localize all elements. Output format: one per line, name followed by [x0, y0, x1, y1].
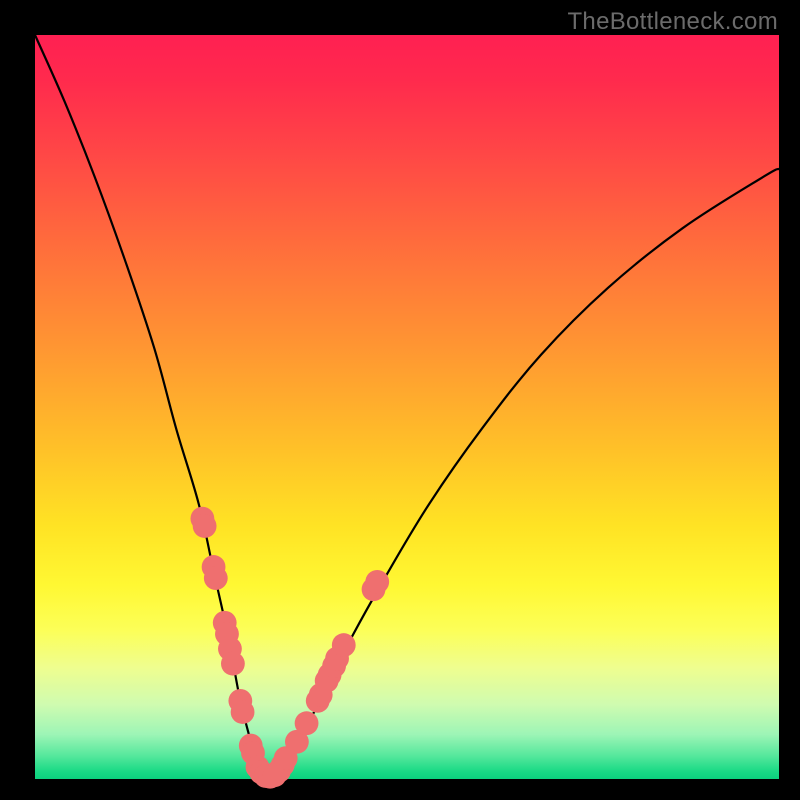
data-point: [193, 514, 217, 538]
data-point: [295, 711, 319, 735]
data-point: [221, 652, 245, 676]
data-point: [332, 633, 356, 657]
chart-frame: TheBottleneck.com: [0, 0, 800, 800]
watermark: TheBottleneck.com: [567, 8, 778, 36]
data-point: [204, 566, 228, 590]
chart-svg: [35, 35, 779, 779]
highlight-points: [191, 507, 390, 789]
data-point: [231, 700, 255, 724]
bottleneck-curve: [35, 35, 779, 780]
data-point: [365, 570, 389, 594]
plot-area: [35, 35, 779, 779]
